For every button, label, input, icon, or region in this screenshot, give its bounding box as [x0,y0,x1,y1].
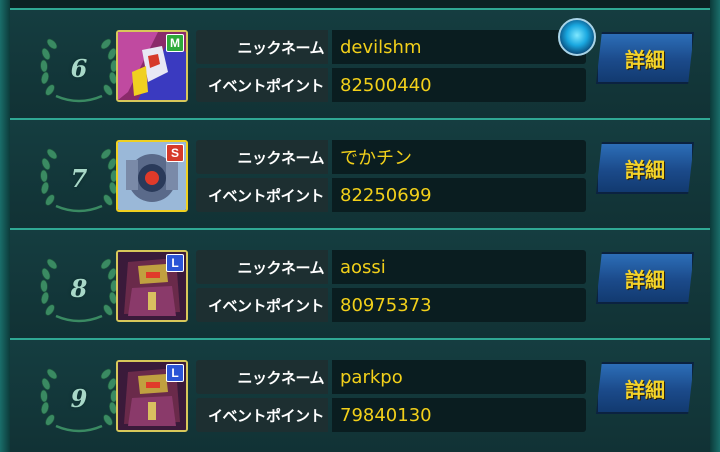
detail-button[interactable]: 詳細 [596,32,694,84]
nickname-value: でかチン [332,140,586,174]
panel-edge-left [0,0,10,452]
avatar[interactable]: M [116,30,188,102]
nickname-label: ニックネーム [196,250,328,284]
ranking-panel: 6 M ニックネーム devilshm イベントポイント 82500440 詳細 [0,0,720,452]
nickname-value: parkpo [332,360,586,394]
laurel-wreath-icon: 9 [36,362,122,434]
event-points-label: イベントポイント [196,68,328,102]
avatar[interactable]: S [116,140,188,212]
rarity-badge: L [166,254,184,272]
laurel-wreath-icon: 8 [36,252,122,324]
avatar[interactable]: L [116,250,188,322]
player-info: ニックネーム aossi イベントポイント 80975373 [196,250,586,326]
rank-number: 9 [70,383,88,413]
nickname-label: ニックネーム [196,30,328,64]
laurel-wreath-icon: 7 [36,142,122,214]
online-orb-icon [558,18,596,56]
nickname-value: aossi [332,250,586,284]
ranking-row: 7 S ニックネーム でかチン イベントポイント 82250699 詳細 [10,120,710,230]
player-info: ニックネーム parkpo イベントポイント 79840130 [196,360,586,436]
event-points-value: 80975373 [332,288,586,322]
nickname-label: ニックネーム [196,360,328,394]
rarity-badge: M [166,34,184,52]
event-points-label: イベントポイント [196,178,328,212]
event-points-label: イベントポイント [196,288,328,322]
detail-button[interactable]: 詳細 [596,142,694,194]
player-info: ニックネーム でかチン イベントポイント 82250699 [196,140,586,216]
avatar[interactable]: L [116,360,188,432]
rank-number: 7 [70,163,88,193]
nickname-label: ニックネーム [196,140,328,174]
ranking-row: 9 L ニックネーム parkpo イベントポイント 79840130 詳細 [10,340,710,452]
rarity-badge: S [166,144,184,162]
laurel-wreath-icon: 6 [36,32,122,104]
detail-button[interactable]: 詳細 [596,362,694,414]
event-points-value: 82500440 [332,68,586,102]
rank-number: 8 [70,273,88,303]
rank-number: 6 [70,53,88,83]
rarity-badge: L [166,364,184,382]
player-info: ニックネーム devilshm イベントポイント 82500440 [196,30,586,106]
ranking-row: 6 M ニックネーム devilshm イベントポイント 82500440 詳細 [10,10,710,120]
detail-button[interactable]: 詳細 [596,252,694,304]
event-points-label: イベントポイント [196,398,328,432]
panel-edge-right [710,0,720,452]
nickname-value: devilshm [332,30,586,64]
ranking-row: 8 L ニックネーム aossi イベントポイント 80975373 詳細 [10,230,710,340]
event-points-value: 82250699 [332,178,586,212]
panel-top-bar [10,0,710,10]
event-points-value: 79840130 [332,398,586,432]
